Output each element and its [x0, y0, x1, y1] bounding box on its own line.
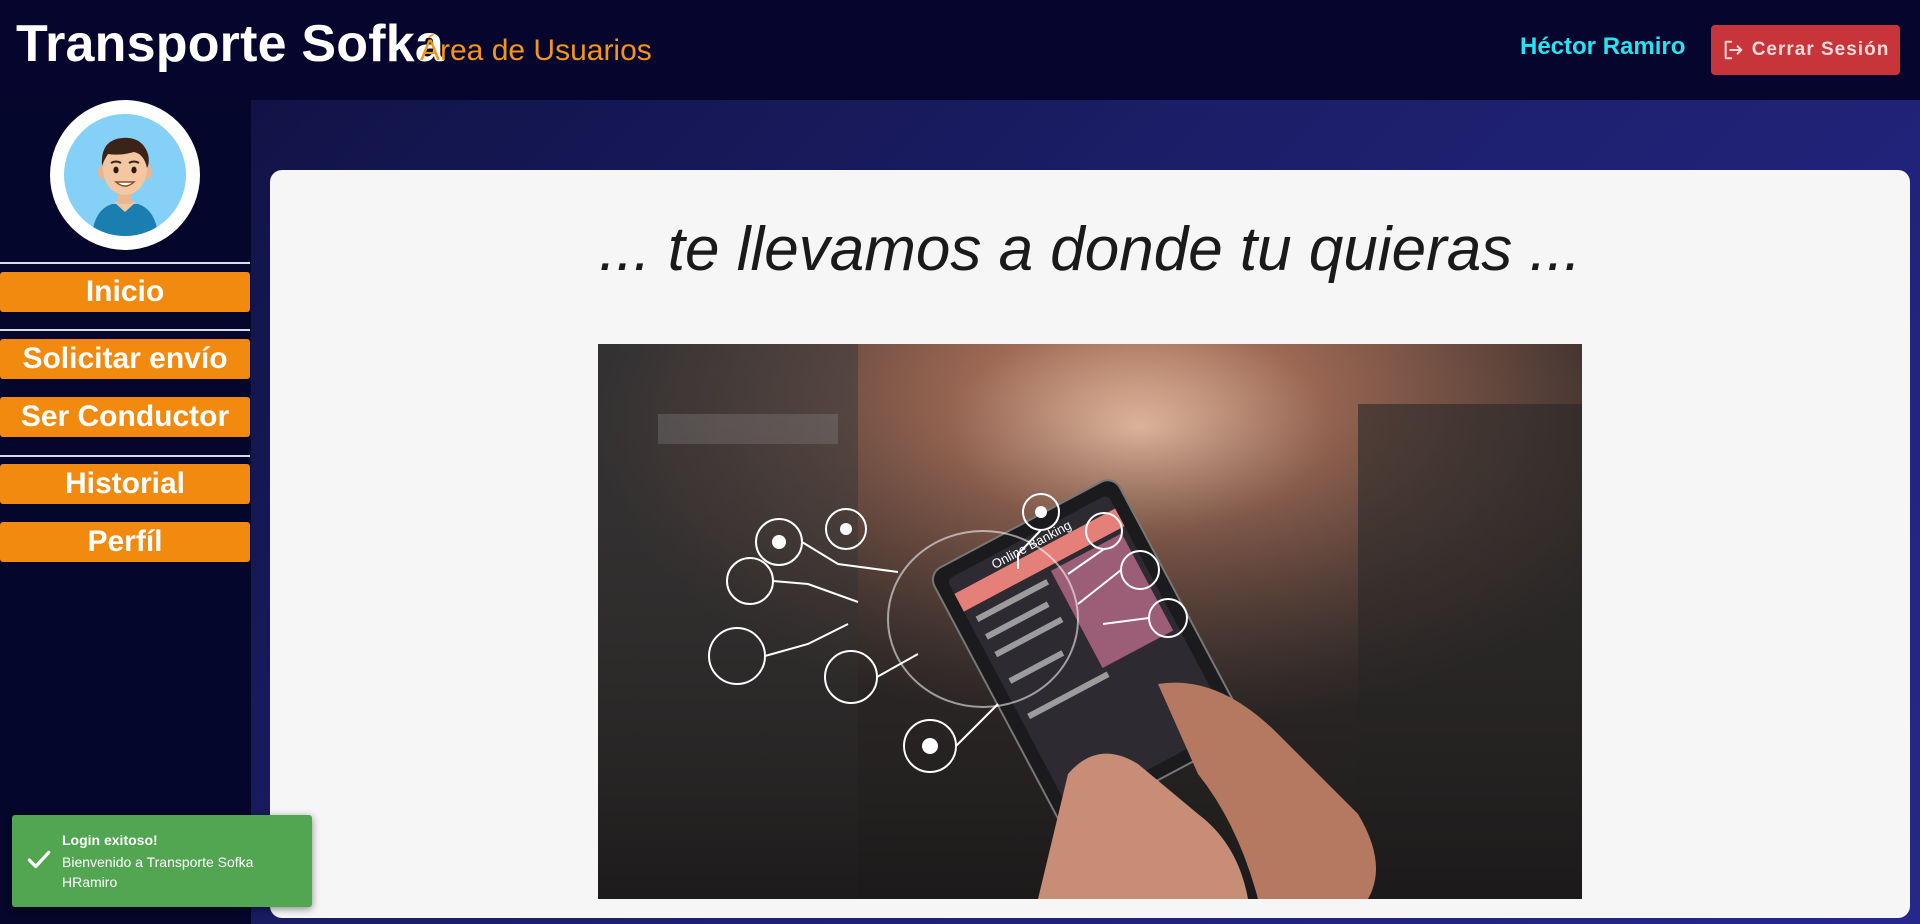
content-card: ... te llevamos a donde tu quieras ... O…	[270, 170, 1910, 918]
logout-button[interactable]: Cerrar Sesión	[1711, 25, 1900, 75]
check-icon	[27, 850, 51, 869]
sidebar-item-historial[interactable]: Historial	[0, 464, 250, 504]
toast-message-line: HRamiro	[62, 874, 118, 890]
sidebar-divider	[0, 262, 250, 264]
login-toast: Login exitoso! Bienvenido a Transporte S…	[12, 815, 312, 907]
user-name: Héctor Ramiro	[1520, 33, 1686, 60]
logout-label: Cerrar Sesión	[1751, 39, 1890, 60]
toast-title: Login exitoso!	[62, 832, 158, 848]
sidebar-item-solicitar-envio[interactable]: Solicitar envío	[0, 339, 250, 379]
sidebar-item-perfil[interactable]: Perfíl	[0, 522, 250, 562]
section-title: Área de Usuarios	[420, 34, 652, 67]
sidebar: Inicio Solicitar envío Ser Conductor His…	[0, 100, 251, 924]
user-avatar-icon	[64, 114, 186, 236]
logout-icon	[1724, 40, 1742, 60]
hero-image: Online Banking	[598, 344, 1582, 899]
avatar	[50, 100, 200, 250]
brand-title: Transporte Sofka	[16, 15, 444, 73]
toast-message: Bienvenido a Transporte Sofka HRamiro	[62, 852, 302, 892]
sidebar-divider	[0, 329, 250, 331]
sidebar-item-inicio[interactable]: Inicio	[0, 272, 250, 312]
sidebar-divider	[0, 455, 250, 457]
main-content: ... te llevamos a donde tu quieras ... O…	[251, 100, 1920, 924]
tagline: ... te llevamos a donde tu quieras ...	[598, 215, 1582, 284]
sidebar-item-ser-conductor[interactable]: Ser Conductor	[0, 397, 250, 437]
top-header: Transporte Sofka Área de Usuarios Héctor…	[0, 0, 1920, 100]
toast-message-line: Bienvenido a Transporte Sofka	[62, 854, 254, 870]
